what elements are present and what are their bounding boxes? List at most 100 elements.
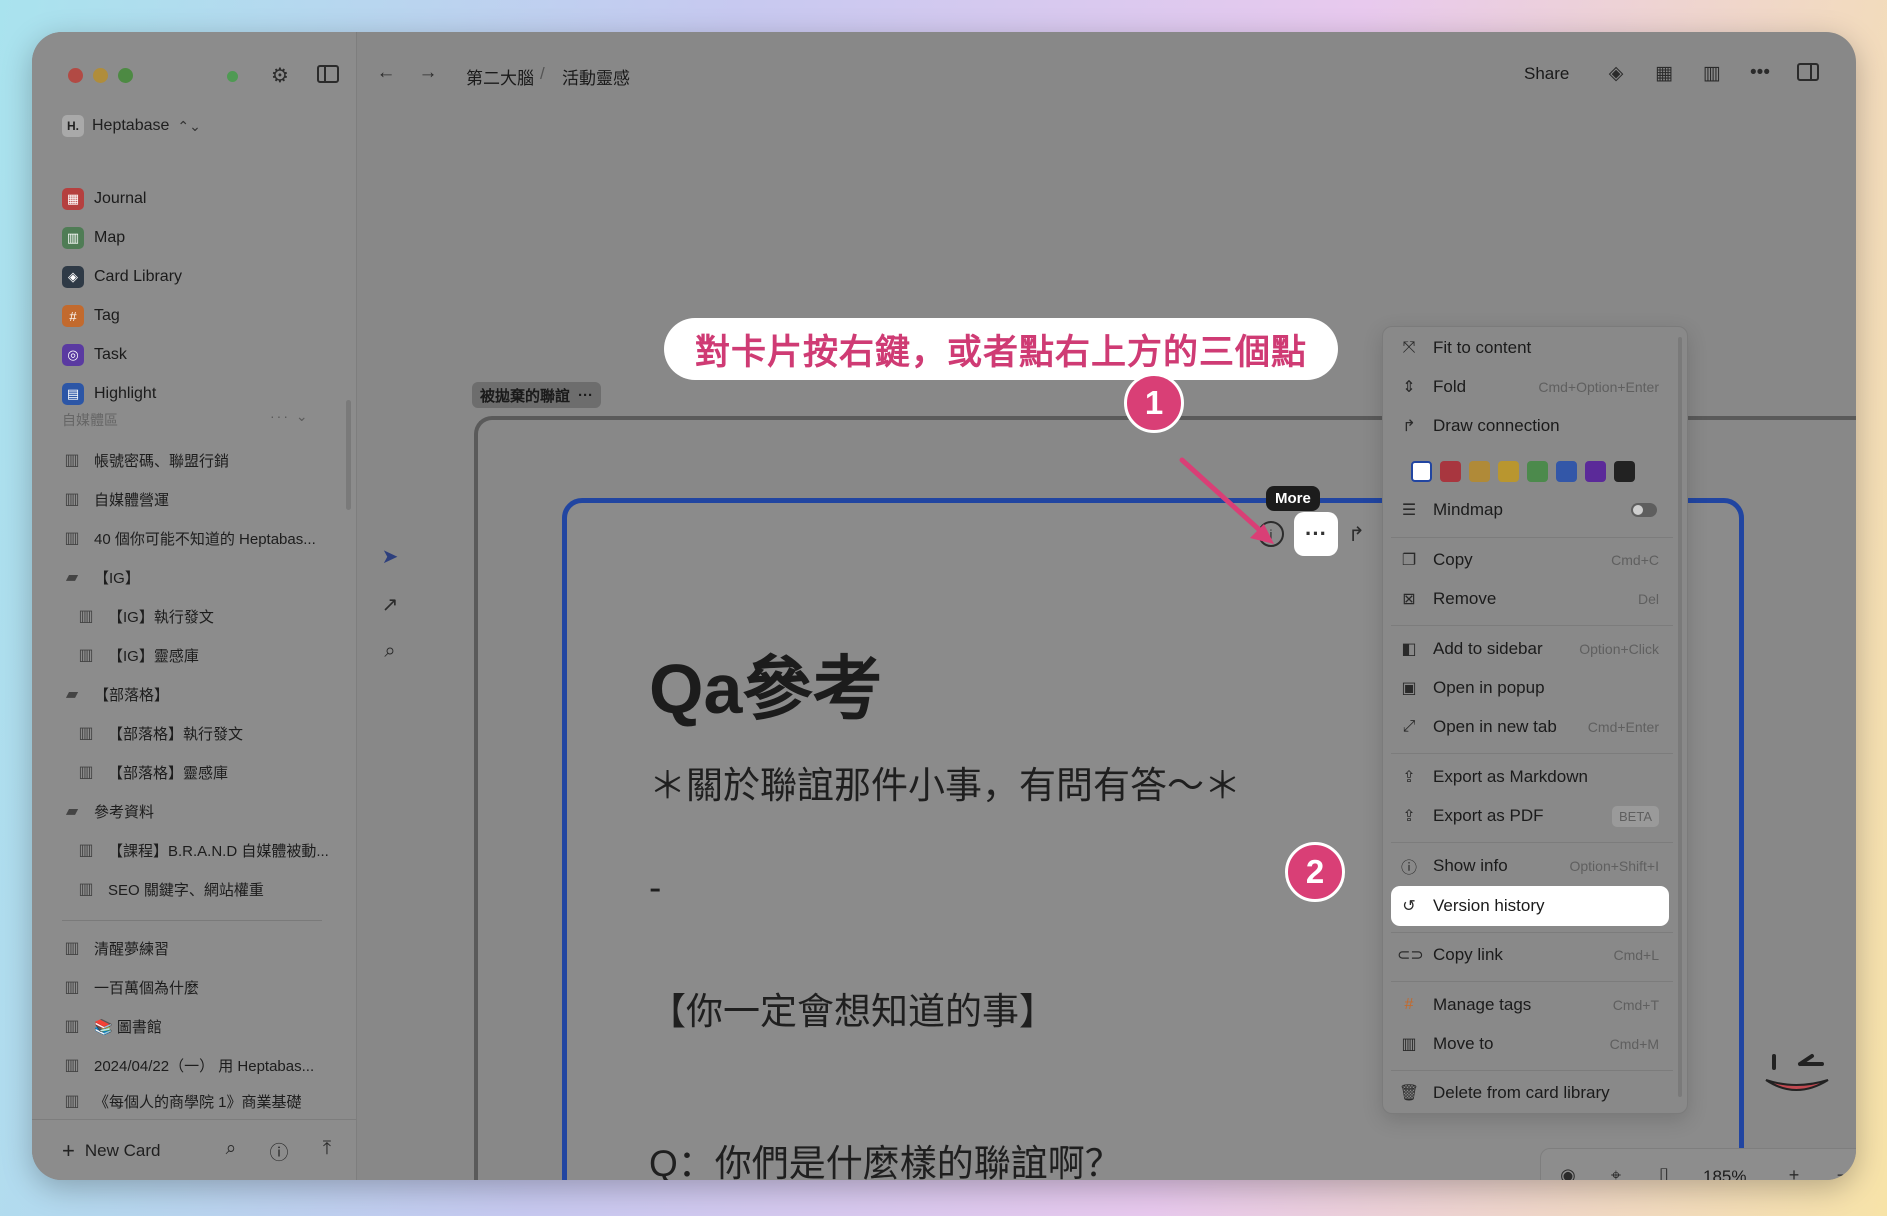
- sidebar-item-card-library[interactable]: ◈ Card Library: [62, 262, 182, 292]
- tree-item[interactable]: ▥ 【IG】靈感庫: [76, 640, 198, 670]
- sidebar-item-highlight[interactable]: ▤ Highlight: [62, 379, 156, 409]
- tree-item[interactable]: ▥ 【課程】B.R.A.N.D 自媒體被動...: [76, 835, 328, 865]
- connection-icon[interactable]: ↱: [1348, 522, 1365, 547]
- sidebar-item-map[interactable]: ▥ Map: [62, 223, 125, 253]
- focus-icon[interactable]: ⌖: [1603, 1165, 1629, 1180]
- back-arrow-icon[interactable]: ←: [372, 62, 400, 84]
- menu-item-manage-tags[interactable]: # Manage tags Cmd+T: [1391, 986, 1669, 1024]
- menu-item-fit-to-content[interactable]: ⤧ Fit to content: [1391, 329, 1669, 367]
- tree-folder[interactable]: ▰ 參考資料: [62, 796, 154, 826]
- tree-item[interactable]: ▥ 2024/04/22（一） 用 Heptabas...: [62, 1050, 314, 1080]
- menu-item-draw-connection[interactable]: ↱ Draw connection: [1391, 407, 1669, 445]
- workspace-switcher[interactable]: H. Heptabase ⌃⌄: [62, 112, 201, 140]
- tree-item[interactable]: ▥ 清醒夢練習: [62, 933, 169, 963]
- zoom-out-icon[interactable]: −: [1829, 1165, 1855, 1180]
- group-more-icon[interactable]: ···: [578, 387, 593, 404]
- menu-item-shortcut: Cmd+Option+Enter: [1538, 379, 1659, 395]
- menu-divider: [1391, 537, 1673, 538]
- tree-item[interactable]: ▥ 一百萬個為什麼: [62, 972, 199, 1002]
- tree-item[interactable]: ▥ 帳號密碼、聯盟行銷: [62, 445, 229, 475]
- workspace-logo: H.: [62, 115, 84, 137]
- tree-item[interactable]: ▥ 【部落格】靈感庫: [76, 757, 228, 787]
- share-button[interactable]: Share: [1524, 64, 1569, 84]
- tree-item[interactable]: ▥ 【部落格】執行發文: [76, 718, 243, 748]
- sidebar-toggle-icon[interactable]: [314, 64, 342, 90]
- color-swatch-blue[interactable]: [1556, 461, 1577, 482]
- tree-item-label: 【IG】執行發文: [108, 608, 214, 626]
- menu-item-open-in-popup[interactable]: ▣ Open in popup: [1391, 669, 1669, 707]
- color-swatch-yellow[interactable]: [1498, 461, 1519, 482]
- tree-item[interactable]: ▥ 📚 圖書館: [62, 1011, 161, 1041]
- forward-arrow-icon[interactable]: →: [414, 62, 442, 84]
- sidebar-item-task[interactable]: ◎ Task: [62, 340, 127, 370]
- right-panel-icon[interactable]: [1794, 62, 1822, 88]
- menu-item-open-in-new-tab[interactable]: ⤢ Open in new tab Cmd+Enter: [1391, 708, 1669, 746]
- card-text-line[interactable]: ＊關於聯誼那件小事，有問有答～＊: [649, 755, 1241, 809]
- color-swatch-black[interactable]: [1614, 461, 1635, 482]
- menu-item-copy[interactable]: ❐ Copy Cmd+C: [1391, 541, 1669, 579]
- tree-item-label: 2024/04/22（一） 用 Heptabas...: [94, 1057, 315, 1075]
- more-button[interactable]: ···: [1294, 512, 1338, 556]
- color-swatch-white[interactable]: [1411, 461, 1432, 482]
- book-icon[interactable]: ▥: [1698, 62, 1726, 85]
- color-swatch-purple[interactable]: [1585, 461, 1606, 482]
- card-text-line[interactable]: 【你一定會想知道的事】: [649, 981, 1056, 1035]
- gear-icon[interactable]: ⚙: [266, 64, 294, 88]
- menu-item-remove[interactable]: ⊠ Remove Del: [1391, 580, 1669, 618]
- zoom-in-icon[interactable]: +: [1781, 1165, 1807, 1180]
- hash-icon: #: [62, 305, 84, 327]
- color-swatch-red[interactable]: [1440, 461, 1461, 482]
- menu-item-move-to[interactable]: ▥ Move to Cmd+M: [1391, 1025, 1669, 1063]
- menu-item-mindmap[interactable]: ☰ Mindmap: [1391, 491, 1669, 529]
- breadcrumb-item[interactable]: 第二大腦: [466, 64, 534, 89]
- eye-icon[interactable]: ◉: [1555, 1165, 1581, 1180]
- new-card-button[interactable]: + New Card: [62, 1138, 160, 1164]
- search-icon[interactable]: ⌕: [218, 1138, 244, 1164]
- tree-item[interactable]: ▥ 40 個你可能不知道的 Heptabas...: [62, 523, 315, 553]
- menu-divider: [1391, 625, 1673, 626]
- menu-item-fold[interactable]: ⇕ Fold Cmd+Option+Enter: [1391, 368, 1669, 406]
- tree-item[interactable]: ▥ SEO 關鍵字、網站權重: [76, 874, 263, 904]
- menu-scrollbar[interactable]: [1678, 337, 1682, 1097]
- maximize-window-button[interactable]: [118, 68, 133, 83]
- menu-item-export-markdown[interactable]: ⇪ Export as Markdown: [1391, 758, 1669, 796]
- chevron-down-icon[interactable]: ⌄: [296, 408, 310, 424]
- color-swatch-green[interactable]: [1527, 461, 1548, 482]
- tree-item[interactable]: ▥ 《每個人的商學院 1》商業基礎: [62, 1086, 301, 1116]
- mouse-icon[interactable]: ⌷: [1651, 1165, 1677, 1180]
- search-icon[interactable]: ⌕: [376, 640, 404, 663]
- zoom-level[interactable]: 185%: [1703, 1167, 1746, 1180]
- menu-item-version-history[interactable]: ↺ Version history: [1391, 886, 1669, 926]
- menu-item-show-info[interactable]: ⓘ Show info Option+Shift+I: [1391, 847, 1669, 885]
- more-options-icon[interactable]: •••: [1746, 62, 1774, 84]
- menu-item-export-pdf[interactable]: ⇪ Export as PDF BETA: [1391, 797, 1669, 835]
- breadcrumb-item[interactable]: 活動靈感: [562, 64, 630, 89]
- close-window-button[interactable]: [68, 68, 83, 83]
- calendar-icon[interactable]: ▦: [1650, 62, 1678, 85]
- layers-icon[interactable]: ◈: [1602, 62, 1630, 85]
- card-text-line[interactable]: Q：你們是什麼樣的聯誼啊？: [649, 1133, 1122, 1180]
- tree-folder[interactable]: ▰ 【IG】: [62, 562, 140, 592]
- menu-item-copy-link[interactable]: ⊂⊃ Copy link Cmd+L: [1391, 936, 1669, 974]
- tree-folder[interactable]: ▰ 【部落格】: [62, 679, 169, 709]
- section-more-button[interactable]: ··· ⌄: [270, 408, 310, 425]
- menu-item-delete-from-library[interactable]: 🗑 Delete from card library: [1391, 1074, 1669, 1112]
- sidebar-scrollbar[interactable]: [346, 400, 351, 510]
- help-icon[interactable]: ⓘ: [266, 1138, 292, 1164]
- card-title[interactable]: Qa參考: [649, 633, 882, 734]
- sidebar-item-tag[interactable]: # Tag: [62, 301, 120, 331]
- pointer-tool-icon[interactable]: ➤: [376, 544, 404, 569]
- menu-item-add-to-sidebar[interactable]: ◧ Add to sidebar Option+Click: [1391, 630, 1669, 668]
- sidebar-item-label: Map: [94, 229, 126, 246]
- sidebar-item-journal[interactable]: ▦ Journal: [62, 184, 146, 214]
- mindmap-toggle[interactable]: [1631, 503, 1657, 517]
- tree-item[interactable]: ▥ 【IG】執行發文: [76, 601, 214, 631]
- upload-icon[interactable]: ⤒: [314, 1138, 340, 1164]
- group-label[interactable]: 被拋棄的聯誼 ···: [472, 382, 602, 408]
- tree-item[interactable]: ▥ 自媒體營運: [62, 484, 169, 514]
- color-swatch-orange[interactable]: [1469, 461, 1490, 482]
- minimize-window-button[interactable]: [93, 68, 108, 83]
- sidebar-divider: [62, 920, 322, 921]
- card-text-line[interactable]: -: [649, 867, 661, 909]
- arrow-tool-icon[interactable]: ↗: [376, 592, 404, 617]
